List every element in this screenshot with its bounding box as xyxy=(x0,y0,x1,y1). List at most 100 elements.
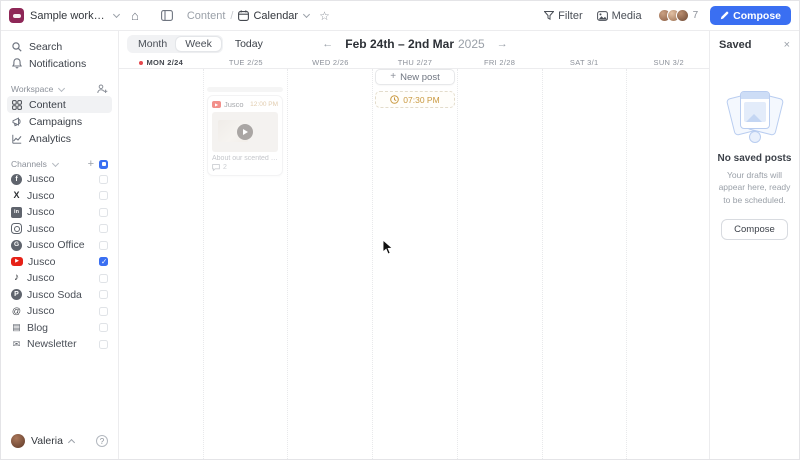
channel-checkbox[interactable] xyxy=(99,174,108,184)
channel-checkbox[interactable] xyxy=(99,191,108,201)
channel-row-tiktok[interactable]: Jusco xyxy=(7,270,112,287)
workspace-section-header[interactable]: Workspace xyxy=(7,82,112,96)
day-header-fri: FRI 2/28 xyxy=(484,58,516,67)
workspace-name[interactable]: Sample workspa... xyxy=(30,10,108,22)
select-all-channels-checkbox[interactable] xyxy=(99,159,108,169)
filter-button[interactable]: Filter xyxy=(544,10,583,22)
channel-row-youtube[interactable]: Jusco xyxy=(7,254,112,271)
week-view-button[interactable]: Week xyxy=(176,37,221,51)
channel-label: Jusco Office xyxy=(27,239,85,252)
chevron-down-icon[interactable] xyxy=(112,10,121,19)
chevron-down-icon[interactable] xyxy=(303,10,311,19)
dragging-post-card[interactable]: Jusco 12:00 PM About our scented drink l… xyxy=(207,87,283,176)
prev-week-arrow[interactable]: ← xyxy=(322,38,333,50)
channels-section-header[interactable]: Channels + xyxy=(7,157,112,171)
pinterest-icon xyxy=(11,289,22,301)
google-business-icon xyxy=(11,239,22,251)
channel-label: Newsletter xyxy=(27,338,77,351)
saved-compose-button[interactable]: Compose xyxy=(721,218,788,240)
channel-row-instagram[interactable]: Jusco xyxy=(7,221,112,238)
today-dot xyxy=(139,60,144,65)
sidebar-toggle-icon[interactable] xyxy=(160,10,173,21)
sidebar-item-notifications[interactable]: Notifications xyxy=(7,55,112,72)
breadcrumb-page[interactable]: Calendar xyxy=(253,10,298,22)
media-label: Media xyxy=(611,9,642,22)
day-column-fri[interactable] xyxy=(456,69,542,459)
date-range-label[interactable]: Feb 24th – 2nd Mar 2025 xyxy=(345,37,484,51)
calendar-toolbar: Month Week Today ← Feb 24th – 2nd Mar 202… xyxy=(119,31,711,57)
channel-checkbox[interactable] xyxy=(99,290,108,300)
chart-icon xyxy=(11,134,23,144)
next-week-arrow[interactable]: → xyxy=(497,38,508,50)
user-menu[interactable]: Valeria ? xyxy=(7,431,112,455)
user-avatar xyxy=(11,434,25,448)
member-avatars[interactable] xyxy=(657,9,689,22)
sidebar-item-search[interactable]: Search xyxy=(7,38,112,55)
youtube-icon xyxy=(11,257,23,267)
workspace-logo[interactable] xyxy=(9,8,24,23)
compose-button[interactable]: Compose xyxy=(710,6,791,25)
content-grid-icon xyxy=(11,99,23,110)
calendar-view: Month Week Today ← Feb 24th – 2nd Mar 202… xyxy=(119,31,711,459)
compose-label: Compose xyxy=(733,9,781,22)
day-column-thu[interactable] xyxy=(372,69,457,459)
today-button[interactable]: Today xyxy=(235,38,263,50)
breadcrumb-section[interactable]: Content xyxy=(187,10,226,22)
month-view-button[interactable]: Month xyxy=(129,37,176,51)
home-icon[interactable]: ⌂ xyxy=(131,9,139,22)
channel-row-blog[interactable]: Blog xyxy=(7,320,112,337)
saved-empty-state: No saved posts Your drafts will appear h… xyxy=(710,55,799,240)
channel-checkbox[interactable] xyxy=(99,257,108,267)
channel-row-x[interactable]: Jusco xyxy=(7,188,112,205)
add-channel-icon[interactable]: + xyxy=(88,158,94,170)
empty-posts-illustration xyxy=(725,89,784,143)
post-card[interactable]: Jusco 12:00 PM About our scented drink l… xyxy=(207,95,283,176)
chevron-up-icon xyxy=(67,438,75,447)
sidebar: Search Notifications Workspace Content C… xyxy=(1,31,119,459)
star-icon[interactable]: ☆ xyxy=(319,10,330,22)
comment-count: 2 xyxy=(223,164,227,171)
linkedin-icon xyxy=(11,206,22,218)
channels-header-label: Channels xyxy=(11,159,47,169)
day-column-sun[interactable] xyxy=(626,69,711,459)
channel-checkbox[interactable] xyxy=(99,306,108,316)
channel-checkbox[interactable] xyxy=(99,323,108,333)
new-post-button[interactable]: + New post xyxy=(375,69,455,85)
day-column-mon[interactable] xyxy=(119,69,203,459)
channel-checkbox[interactable] xyxy=(99,240,108,250)
channel-row-google-business[interactable]: Jusco Office xyxy=(7,237,112,254)
channel-row-linkedin[interactable]: Jusco xyxy=(7,204,112,221)
open-timeslot[interactable]: 07:30 PM xyxy=(375,91,455,108)
post-card-header: Jusco 12:00 PM xyxy=(212,100,278,109)
channel-row-pinterest[interactable]: Jusco Soda xyxy=(7,287,112,304)
channel-row-facebook[interactable]: Jusco xyxy=(7,171,112,188)
sidebar-item-campaigns[interactable]: Campaigns xyxy=(7,113,112,130)
close-icon[interactable]: × xyxy=(784,39,790,51)
help-icon[interactable]: ? xyxy=(96,435,108,447)
day-column-wed[interactable] xyxy=(287,69,372,459)
channel-row-threads[interactable]: Jusco xyxy=(7,303,112,320)
invite-user-icon[interactable] xyxy=(97,84,108,94)
channel-checkbox[interactable] xyxy=(99,339,108,349)
sidebar-item-analytics[interactable]: Analytics xyxy=(7,130,112,147)
channel-row-newsletter[interactable]: Newsletter xyxy=(7,336,112,353)
notifications-label: Notifications xyxy=(29,57,87,70)
channel-label: Jusco Soda xyxy=(27,288,82,301)
empty-state-title: No saved posts xyxy=(717,153,792,164)
member-avatar xyxy=(675,9,689,22)
calendar-grid[interactable]: Jusco 12:00 PM About our scented drink l… xyxy=(119,69,711,459)
topbar: Sample workspa... ⌂ Content / Calendar ☆… xyxy=(1,1,799,31)
facebook-icon xyxy=(11,173,22,185)
search-label: Search xyxy=(29,40,63,53)
day-header-sun: SUN 3/2 xyxy=(653,58,684,67)
media-button[interactable]: Media xyxy=(596,9,642,22)
sidebar-item-content[interactable]: Content xyxy=(7,96,112,113)
day-header-sat: SAT 3/1 xyxy=(569,58,599,67)
day-column-sat[interactable] xyxy=(541,69,627,459)
channel-checkbox[interactable] xyxy=(99,273,108,283)
view-switcher: Month Week xyxy=(127,35,223,53)
member-count[interactable]: 7 xyxy=(693,10,699,21)
funnel-icon xyxy=(544,11,555,20)
channel-checkbox[interactable] xyxy=(99,224,108,234)
channel-checkbox[interactable] xyxy=(99,207,108,217)
